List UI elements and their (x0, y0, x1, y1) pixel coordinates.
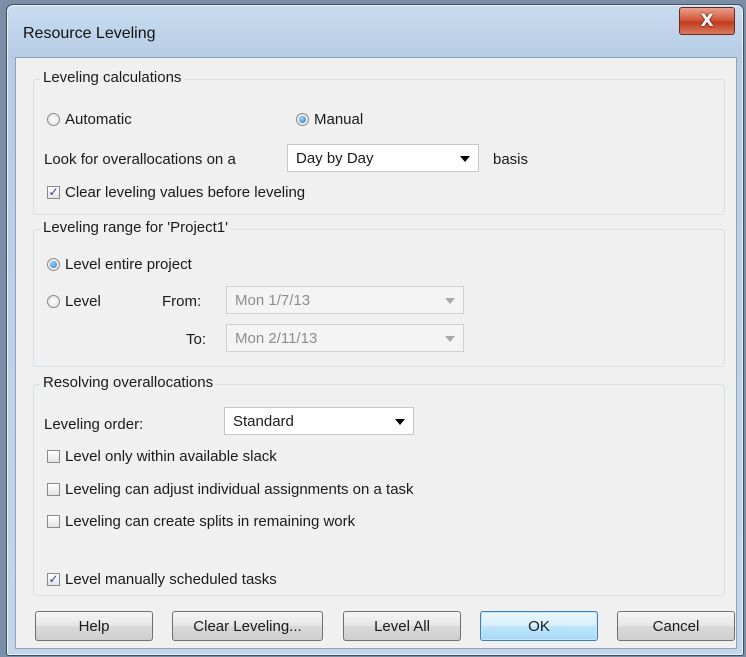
dialog-body: Leveling calculations Automatic Manual L… (15, 57, 737, 649)
manual-label: Manual (314, 111, 364, 128)
leveling-order-select[interactable]: Standard (224, 407, 414, 435)
level-range-radio[interactable]: Level (47, 293, 101, 310)
manual-radio[interactable]: Manual (296, 111, 363, 128)
overallocation-basis-select[interactable]: Day by Day (287, 144, 479, 172)
automatic-radio[interactable]: Automatic (47, 111, 132, 128)
leveling-calculations-legend: Leveling calculations (40, 69, 185, 86)
to-date-value: Mon 2/11/13 (235, 329, 318, 347)
basis-label: basis (493, 151, 529, 168)
resolving-overallocations-legend: Resolving overallocations (40, 374, 217, 391)
overallocation-basis-value: Day by Day (296, 149, 374, 167)
radio-indicator-selected (296, 113, 309, 126)
leveling-range-group: Leveling range for 'Project1' Level enti… (33, 219, 725, 367)
checkbox-checked: ✓ (47, 573, 60, 586)
look-for-label: Look for overallocations on a (44, 151, 236, 168)
checkbox-checked: ✓ (47, 186, 60, 199)
chevron-down-icon (395, 419, 405, 425)
leveling-order-value: Standard (233, 412, 294, 430)
leveling-order-label: Leveling order: (44, 416, 144, 433)
leveling-calculations-group: Leveling calculations Automatic Manual L… (33, 69, 725, 215)
to-label: To: (186, 331, 207, 348)
adjust-assignments-checkbox[interactable]: Leveling can adjust individual assignmen… (47, 481, 414, 498)
radio-indicator (47, 295, 60, 308)
clear-leveling-values-label: Clear leveling values before leveling (65, 184, 306, 201)
create-splits-label: Leveling can create splits in remaining … (65, 513, 356, 530)
clear-leveling-button[interactable]: Clear Leveling... (172, 611, 323, 641)
help-button[interactable]: Help (35, 611, 153, 641)
level-manual-tasks-label: Level manually scheduled tasks (65, 571, 277, 588)
from-date-picker[interactable]: Mon 1/7/13 (226, 286, 464, 314)
close-icon: X (700, 11, 714, 31)
close-button[interactable]: X (679, 7, 735, 35)
from-date-value: Mon 1/7/13 (235, 291, 311, 309)
level-within-slack-checkbox[interactable]: Level only within available slack (47, 448, 277, 465)
resolving-overallocations-group: Resolving overallocations Leveling order… (33, 374, 725, 596)
leveling-range-legend: Leveling range for 'Project1' (40, 219, 232, 236)
ok-button[interactable]: OK (480, 611, 598, 641)
radio-indicator-selected (47, 258, 60, 271)
chevron-down-icon (445, 298, 455, 304)
to-date-picker[interactable]: Mon 2/11/13 (226, 324, 464, 352)
level-entire-project-label: Level entire project (65, 256, 192, 273)
automatic-label: Automatic (65, 111, 132, 128)
radio-indicator (47, 113, 60, 126)
checkmark-icon: ✓ (48, 185, 59, 199)
checkbox-unchecked (47, 483, 60, 496)
adjust-assignments-label: Leveling can adjust individual assignmen… (65, 481, 414, 498)
title-bar[interactable]: Resource Leveling X (7, 5, 743, 51)
checkmark-icon: ✓ (48, 572, 59, 586)
resource-leveling-dialog: Resource Leveling X Leveling calculation… (6, 4, 744, 656)
checkbox-unchecked (47, 515, 60, 528)
cancel-button[interactable]: Cancel (617, 611, 735, 641)
level-entire-project-radio[interactable]: Level entire project (47, 256, 192, 273)
level-manual-tasks-checkbox[interactable]: ✓ Level manually scheduled tasks (47, 571, 277, 588)
create-splits-checkbox[interactable]: Leveling can create splits in remaining … (47, 513, 355, 530)
checkbox-unchecked (47, 450, 60, 463)
chevron-down-icon (445, 336, 455, 342)
from-label: From: (162, 293, 202, 310)
level-range-label: Level (65, 293, 101, 310)
level-all-button[interactable]: Level All (343, 611, 461, 641)
clear-leveling-values-checkbox[interactable]: ✓ Clear leveling values before leveling (47, 184, 305, 201)
dialog-title: Resource Leveling (23, 25, 156, 42)
level-within-slack-label: Level only within available slack (65, 448, 277, 465)
chevron-down-icon (460, 156, 470, 162)
